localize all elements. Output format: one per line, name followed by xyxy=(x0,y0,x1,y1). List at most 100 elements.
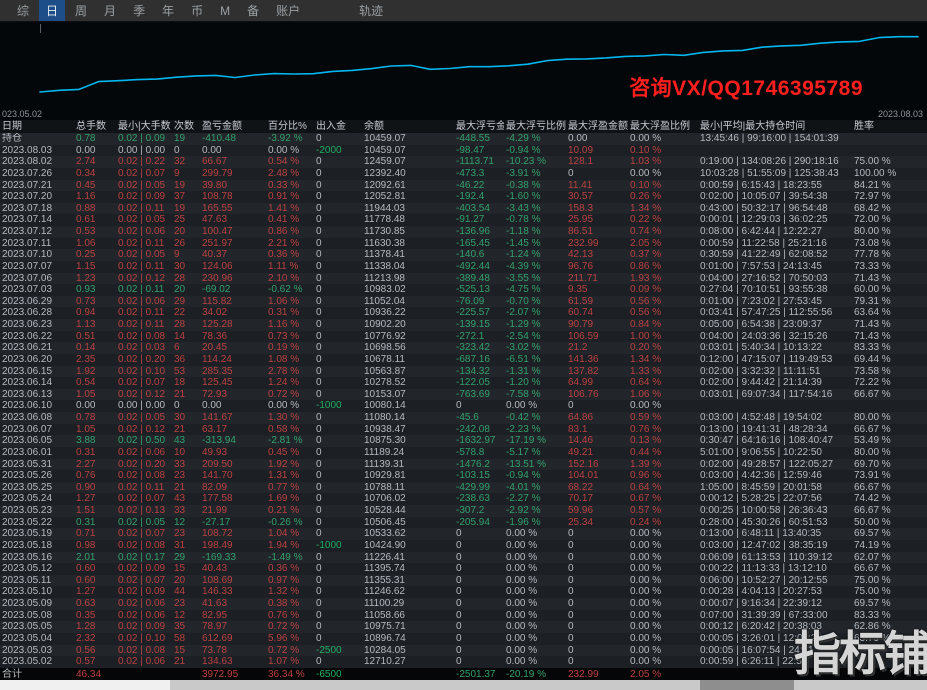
cell: 0.59 % xyxy=(628,412,698,424)
cell xyxy=(116,668,172,681)
column-header[interactable]: 胜率 xyxy=(852,120,927,133)
table-row[interactable]: 2023.05.241.270.02 | 0.0743177.581.69 %0… xyxy=(0,493,927,505)
cell: 1.92 xyxy=(74,366,116,378)
table-row[interactable]: 2023.07.201.160.02 | 0.0937108.780.91 %0… xyxy=(0,191,927,203)
menu-item-周[interactable]: 周 xyxy=(68,0,94,21)
menu-item-币[interactable]: 币 xyxy=(184,0,210,21)
table-row[interactable]: 2023.05.042.320.02 | 0.1058612.695.96 %0… xyxy=(0,633,927,645)
column-header[interactable]: 最大浮盈比例 xyxy=(628,120,698,133)
table-row[interactable]: 2023.05.020.570.02 | 0.0621134.631.07 %0… xyxy=(0,656,927,668)
cell: 30.57 xyxy=(566,191,628,203)
menu-item-M[interactable]: M xyxy=(213,2,237,20)
total-row[interactable]: 合计46.343972.9536.34 %-6500-2501.37-20.19… xyxy=(0,668,927,681)
menu-item-月[interactable]: 月 xyxy=(97,0,123,21)
cell: -313.94 xyxy=(200,435,266,447)
scrollbar-thumb[interactable] xyxy=(700,680,794,690)
table-row[interactable]: 2023.06.131.050.02 | 0.122172.930.72 %01… xyxy=(0,389,927,401)
table-row[interactable]: 2023.05.080.350.02 | 0.061282.950.76 %01… xyxy=(0,610,927,622)
column-header[interactable]: 最大浮亏金额 xyxy=(454,120,504,133)
table-row[interactable]: 2023.05.260.760.02 | 0.0823141.701.31 %0… xyxy=(0,470,927,482)
column-header[interactable]: 余额 xyxy=(362,120,454,133)
table-row[interactable]: 2023.08.022.740.02 | 0.223266.670.54 %01… xyxy=(0,156,927,168)
table-row[interactable]: 2023.07.210.450.02 | 0.051939.800.33 %01… xyxy=(0,180,927,192)
table-row[interactable]: 2023.06.290.730.02 | 0.0629115.821.06 %0… xyxy=(0,296,927,308)
cell: 0.97 % xyxy=(266,575,314,587)
menu-item-账户[interactable]: 账户 xyxy=(269,0,307,21)
menu-item-日[interactable]: 日 xyxy=(39,0,65,21)
column-header[interactable]: 盈亏金额 xyxy=(200,120,266,133)
cell: 2023.05.26 xyxy=(0,470,74,482)
table-row[interactable]: 持仓0.780.02 | 0.0919-410.48-3.92 %010459.… xyxy=(0,133,927,145)
column-header[interactable]: 次数 xyxy=(172,120,200,133)
cell: 11189.24 xyxy=(362,447,454,459)
column-header[interactable]: 最小|平均|最大持仓时间 xyxy=(698,120,852,133)
menu-item-轨迹[interactable]: 轨迹 xyxy=(352,0,390,21)
table-row[interactable]: 2023.06.010.310.02 | 0.061049.930.45 %01… xyxy=(0,447,927,459)
equity-chart[interactable]: 咨询VX/QQ1746395789 xyxy=(0,22,927,108)
table-row[interactable]: 2023.07.180.880.02 | 0.1119165.551.41 %0… xyxy=(0,203,927,215)
table-row[interactable]: 2023.07.071.150.02 | 0.1130124.061.11 %0… xyxy=(0,261,927,273)
cell: -0.38 % xyxy=(504,180,566,192)
table-row[interactable]: 2023.05.231.510.02 | 0.133321.990.21 %01… xyxy=(0,505,927,517)
cell: -410.48 xyxy=(200,133,266,145)
table-row[interactable]: 2023.05.101.270.02 | 0.0944146.331.32 %0… xyxy=(0,586,927,598)
table-row[interactable]: 2023.06.280.940.02 | 0.112234.020.31 %01… xyxy=(0,307,927,319)
table-row[interactable]: 2023.06.100.000.00 | 0.0000.000.00 %-100… xyxy=(0,400,927,412)
table-row[interactable]: 2023.06.220.510.02 | 0.081478.360.73 %01… xyxy=(0,331,927,343)
table-row[interactable]: 2023.07.030.930.02 | 0.1120-69.02-0.62 %… xyxy=(0,284,927,296)
column-header[interactable]: 日期 xyxy=(0,120,74,133)
menu-item-年[interactable]: 年 xyxy=(155,0,181,21)
table-row[interactable]: 2023.06.071.050.02 | 0.122163.170.58 %01… xyxy=(0,424,927,436)
menu-item-季[interactable]: 季 xyxy=(126,0,152,21)
cell: 82.95 xyxy=(200,610,266,622)
table-row[interactable]: 2023.05.090.630.02 | 0.062341.630.38 %01… xyxy=(0,598,927,610)
cell: -139.15 xyxy=(454,319,504,331)
horizontal-scrollbar[interactable] xyxy=(0,680,927,690)
menu-item-综[interactable]: 综 xyxy=(10,0,36,21)
column-header[interactable]: 最大浮盈金额 xyxy=(566,120,628,133)
cell: 0.00 % xyxy=(628,563,698,575)
table-row[interactable]: 2023.06.053.880.02 | 0.5043-313.94-2.81 … xyxy=(0,435,927,447)
table-row[interactable]: 2023.06.151.920.02 | 0.1053285.352.78 %0… xyxy=(0,366,927,378)
cell: 0.31 xyxy=(74,517,116,529)
table-row[interactable]: 2023.06.140.540.02 | 0.0718125.451.24 %0… xyxy=(0,377,927,389)
cell xyxy=(362,668,454,681)
table-row[interactable]: 2023.05.220.310.02 | 0.0512-27.17-0.26 %… xyxy=(0,517,927,529)
table-row[interactable]: 2023.05.162.010.02 | 0.1729-169.33-1.49 … xyxy=(0,552,927,564)
table-row[interactable]: 2023.07.120.530.02 | 0.0620100.470.86 %0… xyxy=(0,226,927,238)
cell: 0 xyxy=(314,191,362,203)
scrollbar-left-segment xyxy=(0,680,170,690)
table-row[interactable]: 2023.05.312.270.02 | 0.2033209.501.92 %0… xyxy=(0,459,927,471)
table-row[interactable]: 2023.06.231.130.02 | 0.1128125.281.16 %0… xyxy=(0,319,927,331)
column-header[interactable]: 最小|大手数 xyxy=(116,120,172,133)
column-header[interactable]: 总手数 xyxy=(74,120,116,133)
table-row[interactable]: 2023.07.111.060.02 | 0.1126251.972.21 %0… xyxy=(0,238,927,250)
cell: -429.99 xyxy=(454,482,504,494)
table-row[interactable]: 2023.05.190.710.02 | 0.0723108.721.04 %0… xyxy=(0,528,927,540)
column-header[interactable]: 出入金 xyxy=(314,120,362,133)
menu-item-备[interactable]: 备 xyxy=(240,0,266,21)
column-header[interactable]: 百分比% xyxy=(266,120,314,133)
table-row[interactable]: 2023.06.210.140.02 | 0.03620.450.19 %010… xyxy=(0,342,927,354)
table-row[interactable]: 2023.06.202.350.02 | 0.2036114.241.08 %0… xyxy=(0,354,927,366)
cell: 0 xyxy=(454,400,504,412)
table-row[interactable]: 2023.05.030.560.02 | 0.081573.780.72 %-2… xyxy=(0,645,927,657)
table-row[interactable]: 2023.07.140.610.02 | 0.052547.630.41 %01… xyxy=(0,214,927,226)
cell: 36.34 % xyxy=(266,668,314,681)
table-row[interactable]: 2023.07.260.340.02 | 0.079299.792.48 %01… xyxy=(0,168,927,180)
cell: 19 xyxy=(172,133,200,145)
cell: 0 xyxy=(314,470,362,482)
table-row[interactable]: 2023.05.180.980.02 | 0.0831198.491.94 %-… xyxy=(0,540,927,552)
table-row[interactable]: 2023.06.080.780.02 | 0.0530141.671.30 %0… xyxy=(0,412,927,424)
table-row[interactable]: 2023.07.100.250.02 | 0.05940.370.36 %011… xyxy=(0,249,927,261)
cell: 10929.81 xyxy=(362,470,454,482)
table-row[interactable]: 2023.05.051.280.02 | 0.093578.970.72 %01… xyxy=(0,621,927,633)
table-row[interactable]: 2023.07.061.230.02 | 0.1228230.962.10 %0… xyxy=(0,273,927,285)
table-row[interactable]: 2023.05.110.600.02 | 0.0720108.690.97 %0… xyxy=(0,575,927,587)
cell: 146.33 xyxy=(200,586,266,598)
table-row[interactable]: 2023.08.030.000.00 | 0.0000.000.00 %-200… xyxy=(0,145,927,157)
column-header[interactable]: 最大浮亏比例 xyxy=(504,120,566,133)
table-row[interactable]: 2023.05.120.600.02 | 0.091540.430.36 %01… xyxy=(0,563,927,575)
cell: 69.57 % xyxy=(852,598,927,610)
table-row[interactable]: 2023.05.250.900.02 | 0.112182.090.77 %01… xyxy=(0,482,927,494)
